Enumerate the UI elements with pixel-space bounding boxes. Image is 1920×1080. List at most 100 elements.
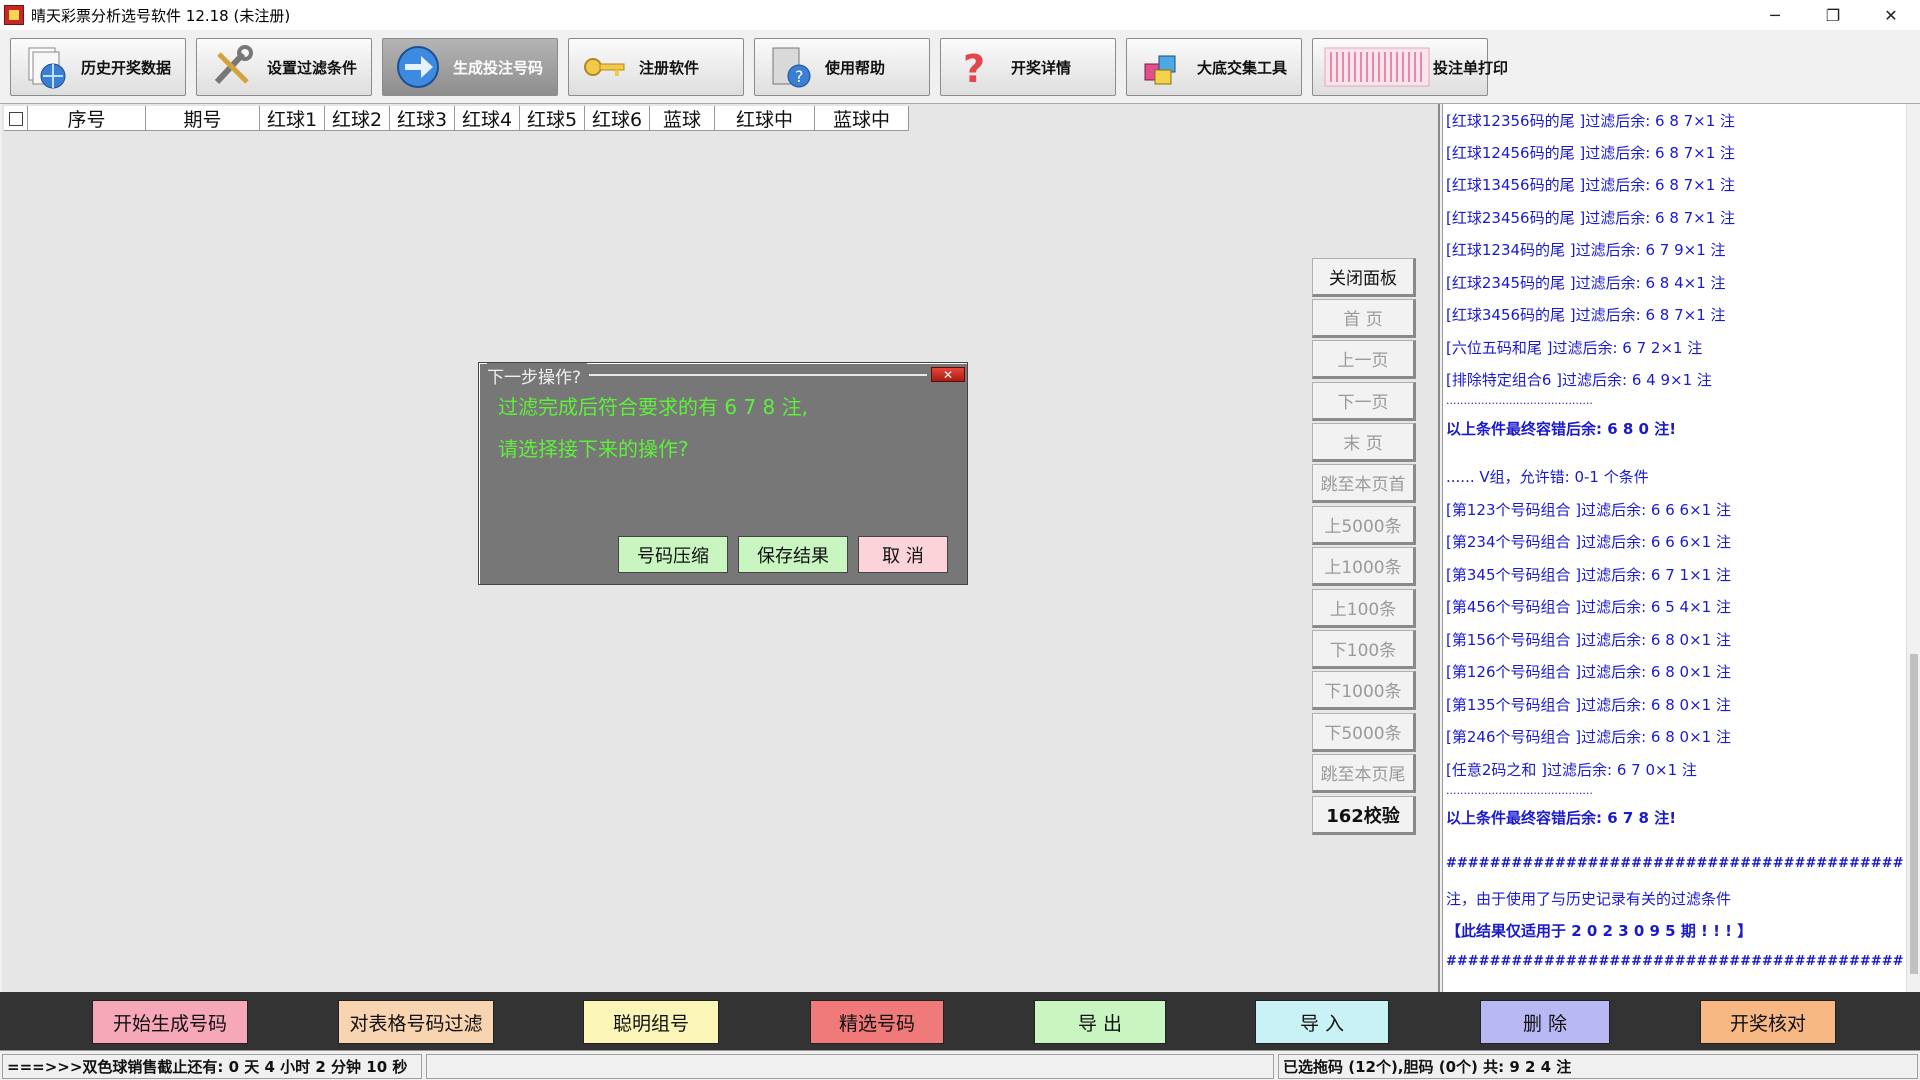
smart-combo-button[interactable]: 聪明组号: [583, 1000, 719, 1044]
arrow-right-icon: [393, 42, 443, 92]
log-line: [红球12356码的尾 ]过滤后余: 6 8 7×1 注: [1446, 112, 1736, 130]
cancel-button[interactable]: 取 消: [858, 536, 948, 573]
compress-numbers-button[interactable]: 号码压缩: [618, 536, 728, 573]
log-line: [第456个号码组合 ]过滤后余: 6 5 4×1 注: [1446, 598, 1731, 616]
column-header[interactable]: 红球4: [455, 106, 520, 131]
down-5000-button[interactable]: 下5000条: [1312, 713, 1416, 752]
first-page-button[interactable]: 首 页: [1312, 299, 1416, 338]
print-ticket-button[interactable]: 投注单打印: [1312, 38, 1508, 96]
down-100-button[interactable]: 下100条: [1312, 630, 1416, 669]
jump-page-end-button[interactable]: 跳至本页尾: [1312, 754, 1416, 793]
up-1000-button[interactable]: 上1000条: [1312, 547, 1416, 586]
prev-page-button[interactable]: 上一页: [1312, 340, 1416, 379]
table-header: 序号 期号 红球1 红球2 红球3 红球4 红球5 红球6 蓝球 红球中 蓝球中: [4, 106, 909, 131]
toolbar-button-label: 开奖详情: [1011, 58, 1072, 77]
log-line: [红球12456码的尾 ]过滤后余: 6 8 7×1 注: [1446, 144, 1736, 162]
start-generate-button[interactable]: 开始生成号码: [92, 1000, 248, 1044]
app-window: 晴天彩票分析选号软件 12.18 (未注册) ─ ❐ ✕ 历史开奖数据 设置过滤…: [0, 0, 1920, 1080]
dialog-close-button[interactable]: ✕: [931, 367, 965, 382]
log-summary: 以上条件最终容错后余: 6 7 8 注!: [1446, 809, 1677, 827]
jump-page-start-button[interactable]: 跳至本页首: [1312, 464, 1416, 503]
tools-icon: [207, 42, 257, 92]
column-header[interactable]: 红球5: [520, 106, 585, 131]
column-header[interactable]: 红球1: [260, 106, 325, 131]
save-result-button[interactable]: 保存结果: [738, 536, 848, 573]
up-5000-button[interactable]: 上5000条: [1312, 506, 1416, 545]
dialog-message-line1: 过滤完成后符合要求的有 6 7 8 注,: [498, 395, 808, 419]
action-bar: 开始生成号码 对表格号码过滤 聪明组号 精选号码 导 出 导 入 删 除 开奖核…: [0, 992, 1920, 1050]
ticket-print-icon: [1323, 42, 1431, 92]
select-all-checkbox[interactable]: [4, 106, 28, 131]
log-line: [红球1234码的尾 ]过滤后余: 6 7 9×1 注: [1446, 241, 1726, 259]
check-draw-button[interactable]: 开奖核对: [1700, 1000, 1836, 1044]
log-line: [第345个号码组合 ]过滤后余: 6 7 1×1 注: [1446, 566, 1731, 584]
log-line: [第123个号码组合 ]过滤后余: 6 6 6×1 注: [1446, 501, 1731, 519]
column-header[interactable]: 红球2: [325, 106, 390, 131]
app-logo-icon: [4, 5, 24, 25]
main-toolbar: 历史开奖数据 设置过滤条件 生成投注号码 注册软件 ? 使用帮助 ? 开奖详情 …: [0, 30, 1920, 104]
set-filter-button[interactable]: 设置过滤条件: [196, 38, 372, 96]
up-100-button[interactable]: 上100条: [1312, 589, 1416, 628]
svg-text:?: ?: [795, 67, 804, 86]
sales-countdown: ===>>>双色球销售截止还有: 0 天 4 小时 2 分钟 10 秒: [2, 1054, 422, 1079]
svg-text:?: ?: [963, 47, 985, 90]
toolbar-button-label: 注册软件: [639, 58, 700, 77]
log-line: [第126个号码组合 ]过滤后余: 6 8 0×1 注: [1446, 663, 1731, 681]
toolbar-button-label: 大底交集工具: [1197, 58, 1288, 77]
close-window-button[interactable]: ✕: [1862, 0, 1920, 30]
log-line: ...... V组，允许错: 0-1 个条件: [1446, 468, 1649, 486]
column-header[interactable]: 蓝球: [650, 106, 715, 131]
intersection-tool-button[interactable]: 大底交集工具: [1126, 38, 1302, 96]
log-line: [红球2345码的尾 ]过滤后余: 6 8 4×1 注: [1446, 274, 1726, 292]
column-header[interactable]: 蓝球中: [815, 106, 909, 131]
export-button[interactable]: 导 出: [1034, 1000, 1166, 1044]
log-line: [第234个号码组合 ]过滤后余: 6 6 6×1 注: [1446, 533, 1731, 551]
title-bar: 晴天彩票分析选号软件 12.18 (未注册) ─ ❐ ✕: [0, 0, 1920, 30]
last-page-button[interactable]: 末 页: [1312, 423, 1416, 462]
log-scrollbar[interactable]: [1906, 104, 1920, 992]
window-title: 晴天彩票分析选号软件 12.18 (未注册): [31, 6, 291, 25]
toolbar-button-label: 设置过滤条件: [267, 58, 358, 77]
draw-details-button[interactable]: ? 开奖详情: [940, 38, 1116, 96]
select-numbers-button[interactable]: 精选号码: [810, 1000, 944, 1044]
toolbar-button-label: 使用帮助: [825, 58, 886, 77]
status-bar: ===>>>双色球销售截止还有: 0 天 4 小时 2 分钟 10 秒 已选拖码…: [0, 1050, 1920, 1080]
status-middle: [426, 1054, 1274, 1079]
log-separator: ........................................…: [1446, 784, 1593, 797]
column-header[interactable]: 红球3: [390, 106, 455, 131]
generate-numbers-button[interactable]: 生成投注号码: [382, 38, 558, 96]
maximize-button[interactable]: ❐: [1804, 0, 1862, 30]
down-1000-button[interactable]: 下1000条: [1312, 671, 1416, 710]
column-header[interactable]: 红球中: [715, 106, 815, 131]
selection-summary: 已选拖码 (12个),胆码 (0个) 共: 9 2 4 注: [1278, 1054, 1918, 1079]
log-scroll-thumb[interactable]: [1910, 654, 1918, 974]
import-button[interactable]: 导 入: [1255, 1000, 1389, 1044]
question-mark-icon: ?: [951, 42, 1001, 92]
history-data-button[interactable]: 历史开奖数据: [10, 38, 186, 96]
dialog-message-line2: 请选择接下来的操作?: [498, 437, 689, 461]
log-line: [第135个号码组合 ]过滤后余: 6 8 0×1 注: [1446, 696, 1731, 714]
log-line: [六位五码和尾 ]过滤后余: 6 7 2×1 注: [1446, 339, 1703, 357]
close-panel-button[interactable]: 关闭面板: [1312, 258, 1416, 297]
cubes-icon: [1137, 42, 1187, 92]
key-icon: [579, 42, 629, 92]
filter-log-panel[interactable]: [红球12356码的尾 ]过滤后余: 6 8 7×1 注 [红球12456码的尾…: [1442, 104, 1920, 992]
filter-table-button[interactable]: 对表格号码过滤: [338, 1000, 494, 1044]
log-line: [排除特定组合6 ]过滤后余: 6 4 9×1 注: [1446, 371, 1712, 389]
log-note: 【此结果仅适用于 2 0 2 3 0 9 5 期 ! ! ! 】: [1446, 922, 1753, 940]
column-header[interactable]: 期号: [146, 106, 260, 131]
log-line: [红球23456码的尾 ]过滤后余: 6 8 7×1 注: [1446, 209, 1736, 227]
help-button[interactable]: ? 使用帮助: [754, 38, 930, 96]
dialog-title: 下一步操作?: [487, 363, 588, 388]
log-hash-line: ########################################…: [1446, 954, 1904, 969]
next-page-button[interactable]: 下一页: [1312, 382, 1416, 421]
column-header[interactable]: 红球6: [585, 106, 650, 131]
log-line: [第156个号码组合 ]过滤后余: 6 8 0×1 注: [1446, 631, 1731, 649]
toolbar-button-label: 生成投注号码: [453, 58, 544, 77]
delete-button[interactable]: 删 除: [1480, 1000, 1610, 1044]
register-software-button[interactable]: 注册软件: [568, 38, 744, 96]
verify-162-button[interactable]: 162校验: [1312, 796, 1416, 835]
minimize-button[interactable]: ─: [1746, 0, 1804, 30]
log-summary: 以上条件最终容错后余: 6 8 0 注!: [1446, 420, 1677, 438]
column-header[interactable]: 序号: [28, 106, 146, 131]
